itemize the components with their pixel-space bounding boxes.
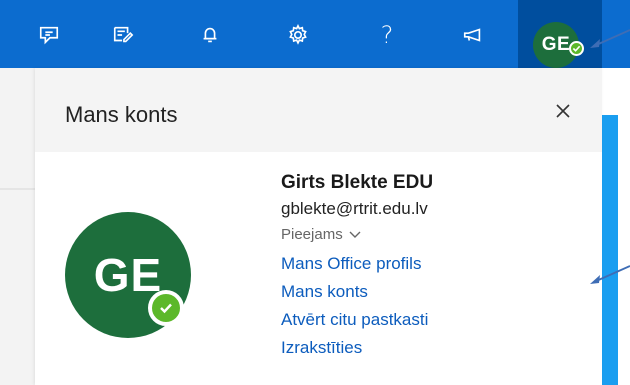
user-name: Girts Blekte EDU: [281, 172, 434, 193]
background-blue-strip: [602, 115, 618, 385]
annotation-arrow-icon: [590, 29, 630, 48]
chat-icon[interactable]: [34, 22, 64, 48]
checkmark-icon: [160, 303, 172, 314]
megaphone-icon[interactable]: [458, 22, 488, 48]
account-panel: Mans konts GE Girts Blekte EDU gblekte@r…: [35, 68, 602, 385]
header-status-badge: [569, 41, 584, 56]
annotation-arrow-icon: [590, 265, 630, 284]
close-button[interactable]: [548, 96, 578, 126]
help-label: ?: [380, 21, 394, 49]
my-account-link[interactable]: Mans konts: [281, 282, 368, 302]
open-other-mailbox-link[interactable]: Atvērt citu pastkasti: [281, 310, 428, 330]
office-profile-link[interactable]: Mans Office profils: [281, 254, 421, 274]
status-badge: [148, 290, 184, 326]
panel-header: Mans konts: [35, 68, 602, 152]
bell-icon[interactable]: [195, 22, 225, 48]
gear-icon[interactable]: [283, 22, 313, 48]
panel-title: Mans konts: [65, 102, 178, 127]
presence-label: Pieejams: [281, 226, 343, 243]
user-email: gblekte@rtrit.edu.lv: [281, 199, 428, 218]
help-icon[interactable]: ?: [372, 22, 402, 48]
sign-out-link[interactable]: Izrakstīties: [281, 338, 362, 358]
chevron-down-icon: [349, 231, 361, 238]
close-icon: [556, 104, 570, 118]
checkmark-icon: [572, 45, 581, 52]
background-divider: [0, 188, 35, 190]
tasks-icon[interactable]: [108, 22, 138, 48]
background-left-pane: [0, 68, 35, 385]
presence-status-dropdown[interactable]: Pieejams: [281, 226, 361, 243]
